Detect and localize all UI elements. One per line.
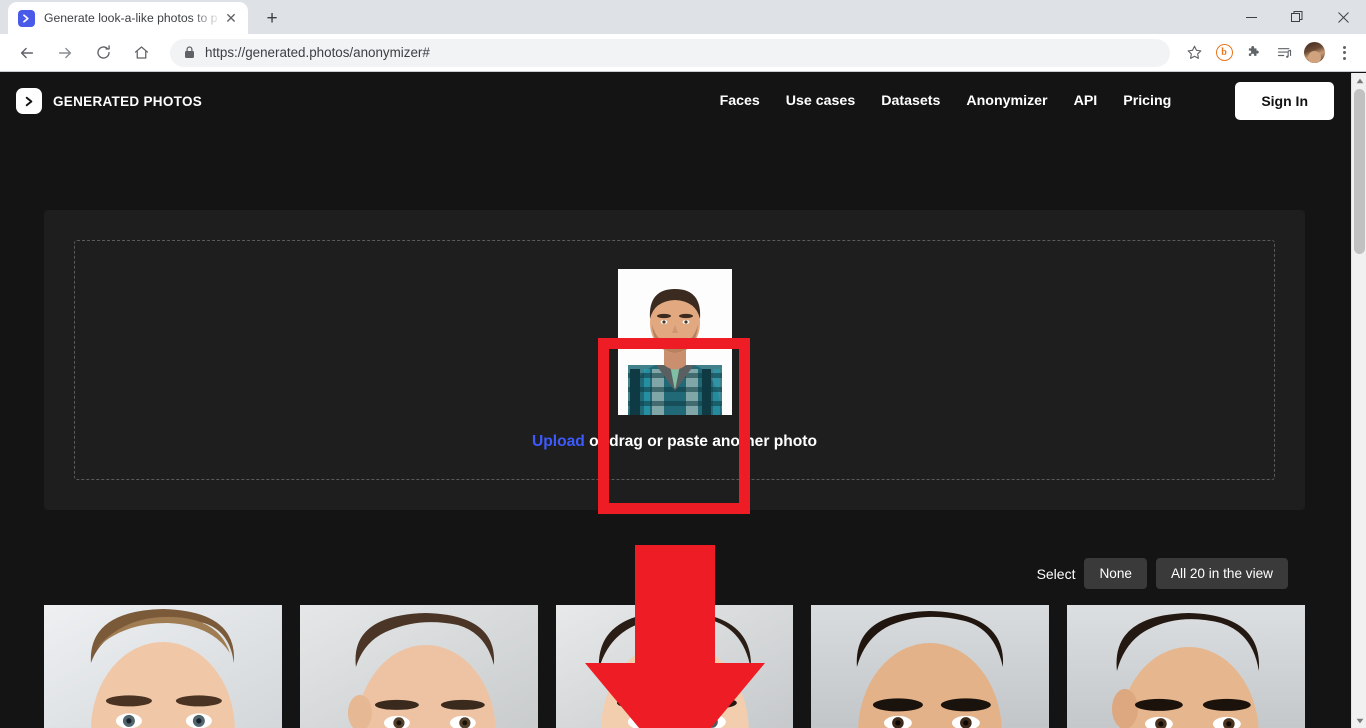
kebab-menu-icon[interactable] <box>1330 39 1358 67</box>
upload-panel: Upload or drag or paste another photo <box>44 210 1305 510</box>
brand-name: GENERATED PHOTOS <box>53 93 203 109</box>
thumbnail-3[interactable] <box>555 605 794 728</box>
page-scrollbar[interactable] <box>1351 73 1366 728</box>
upload-instruction-rest: or drag or paste another photo <box>584 433 818 450</box>
select-label: Select <box>1036 565 1076 582</box>
lock-icon <box>184 46 195 59</box>
select-all-in-view-button[interactable]: All 20 in the view <box>1155 558 1288 589</box>
minimize-icon[interactable] <box>1228 0 1274 34</box>
upload-instruction: Upload or drag or paste another photo <box>532 433 817 451</box>
page-content: GENERATED PHOTOS Faces Use cases Dataset… <box>0 73 1350 728</box>
address-bar-url: https://generated.photos/anonymizer# <box>205 45 430 60</box>
browser-toolbar: https://generated.photos/anonymizer# b <box>0 34 1366 72</box>
sign-in-button[interactable]: Sign In <box>1235 82 1334 120</box>
face-image-4 <box>811 605 1050 728</box>
portrait-photo <box>617 269 732 415</box>
kebab-dots <box>1342 45 1346 60</box>
nav-item-anonymizer[interactable]: Anonymizer <box>966 93 1047 109</box>
nav-item-use-cases[interactable]: Use cases <box>786 93 855 109</box>
results-grid <box>44 605 1305 728</box>
select-none-button[interactable]: None <box>1084 558 1147 589</box>
chevron-logo-icon <box>16 88 42 114</box>
back-arrow-icon[interactable] <box>12 38 42 68</box>
thumbnail-1[interactable] <box>44 605 282 728</box>
home-icon[interactable] <box>126 38 156 68</box>
face-image-1 <box>44 605 282 728</box>
brave-shield-glyph: b <box>1215 44 1233 61</box>
scroll-up-arrow-icon[interactable] <box>1352 73 1366 88</box>
nav-item-datasets[interactable]: Datasets <box>881 93 940 109</box>
site-nav: Faces Use cases Datasets Anonymizer API … <box>720 82 1350 120</box>
nav-item-faces[interactable]: Faces <box>720 93 760 109</box>
window-controls <box>1228 0 1366 34</box>
reload-icon[interactable] <box>88 38 118 68</box>
browser-tab[interactable]: Generate look-a-like photos to p ✕ <box>8 2 248 34</box>
scrollbar-thumb[interactable] <box>1354 89 1365 254</box>
tab-title: Generate look-a-like photos to p <box>44 11 218 25</box>
thumbnail-5[interactable] <box>1067 605 1305 728</box>
face-image-5 <box>1067 605 1305 728</box>
select-bar: Select None All 20 in the view <box>1037 558 1288 589</box>
new-tab-button[interactable]: + <box>258 4 286 32</box>
brand[interactable]: GENERATED PHOTOS <box>16 88 202 114</box>
avatar <box>1303 42 1325 63</box>
brave-shield-icon[interactable]: b <box>1210 39 1238 67</box>
browser-window: Generate look-a-like photos to p ✕ + htt… <box>0 0 1366 728</box>
uploaded-photo-preview[interactable] <box>617 269 732 415</box>
thumbnail-4[interactable] <box>811 605 1050 728</box>
nav-item-api[interactable]: API <box>1074 93 1098 109</box>
forward-arrow-icon[interactable] <box>50 38 80 68</box>
tab-close-icon[interactable]: ✕ <box>222 9 240 27</box>
generated-photos-favicon <box>18 9 35 27</box>
nav-item-pricing[interactable]: Pricing <box>1123 93 1171 109</box>
close-icon[interactable] <box>1320 0 1366 34</box>
star-icon[interactable] <box>1180 39 1208 67</box>
face-image-2 <box>299 605 538 728</box>
maximize-icon[interactable] <box>1274 0 1320 34</box>
face-image-3 <box>555 605 794 728</box>
page-viewport: GENERATED PHOTOS Faces Use cases Dataset… <box>0 73 1366 728</box>
scroll-down-arrow-icon[interactable] <box>1352 713 1366 728</box>
drop-zone[interactable]: Upload or drag or paste another photo <box>74 240 1275 480</box>
profile-avatar[interactable] <box>1300 39 1328 67</box>
tab-strip: Generate look-a-like photos to p ✕ + <box>0 0 1366 34</box>
address-bar[interactable]: https://generated.photos/anonymizer# <box>170 38 1170 67</box>
upload-link[interactable]: Upload <box>532 433 585 450</box>
thumbnail-2[interactable] <box>299 605 538 728</box>
puzzle-piece-icon[interactable] <box>1240 39 1268 67</box>
reading-list-icon[interactable] <box>1270 39 1298 67</box>
site-header: GENERATED PHOTOS Faces Use cases Dataset… <box>0 73 1350 129</box>
